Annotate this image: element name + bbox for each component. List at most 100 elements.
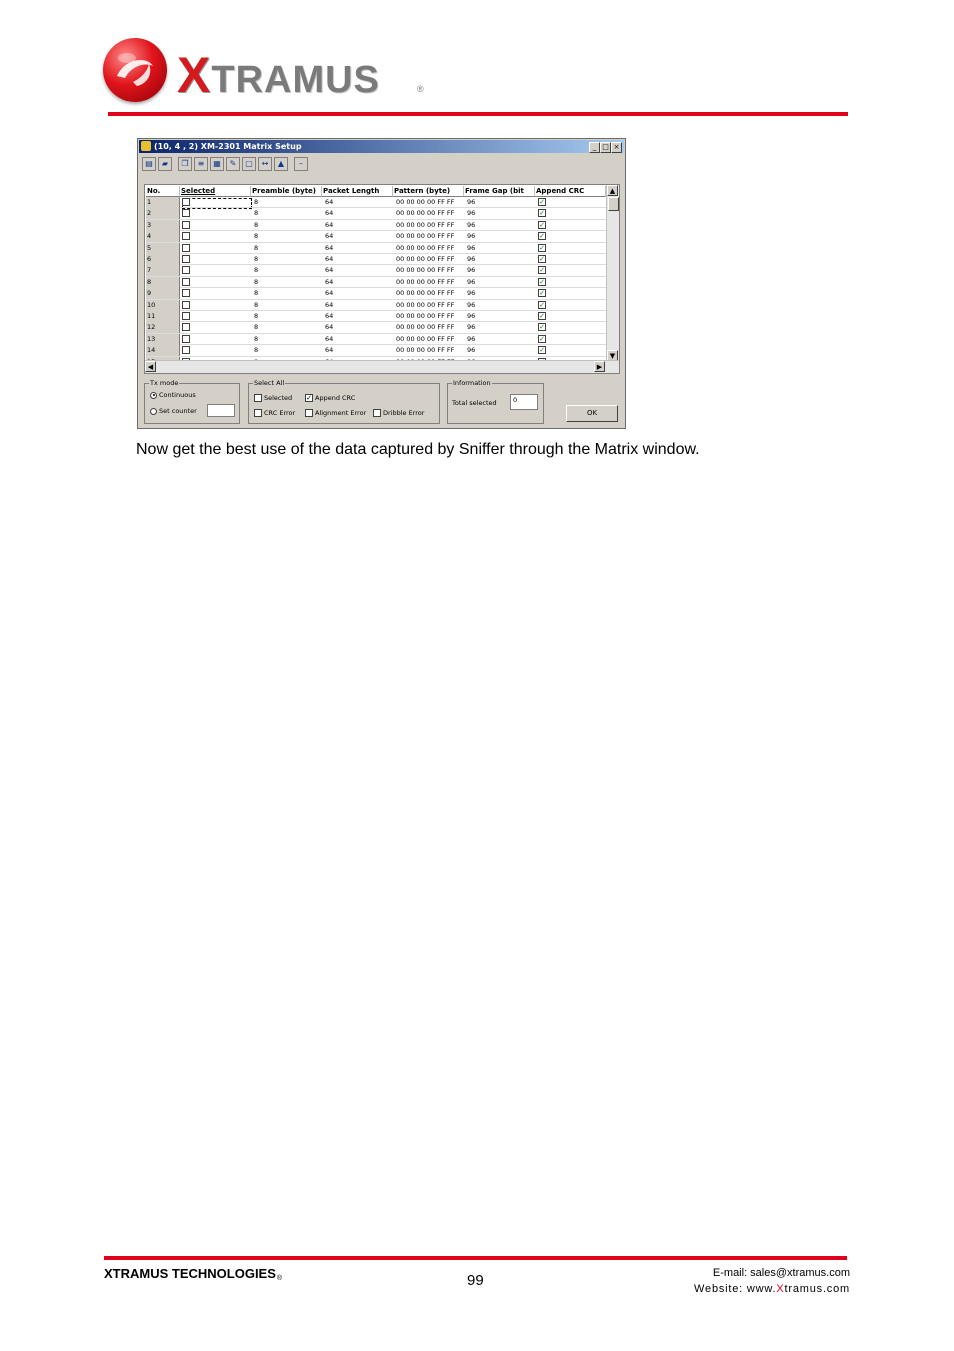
table-row[interactable]: 7 8 64 00 00 00 00 FF FF 96 ✓	[146, 265, 606, 277]
total-selected-label: Total selected	[452, 399, 497, 407]
row-append-crc-checkbox[interactable]: ✓	[538, 209, 546, 218]
website-suffix: tramus.com	[784, 1283, 850, 1295]
row-frame-gap: 96	[467, 277, 476, 286]
table-row[interactable]: 8 8 64 00 00 00 00 FF FF 96 ✓	[146, 276, 606, 289]
footer-company: XTRAMUS TECHNOLOGIES®	[104, 1266, 282, 1282]
set-counter-radio[interactable]: Set counter	[150, 407, 197, 416]
column-header-packet-length[interactable]: Packet Length	[322, 186, 393, 197]
table-row[interactable]: 14 8 64 00 00 00 00 FF FF 96 ✓	[146, 345, 606, 357]
table-row[interactable]: 6 8 64 00 00 00 00 FF FF 96 ✓	[146, 254, 606, 266]
column-header-append-crc[interactable]: Append CRC	[535, 186, 606, 197]
row-selected-checkbox[interactable]	[182, 198, 190, 206]
append-crc-checkbox[interactable]: ✓ Append CRC	[305, 394, 355, 403]
row-append-crc-checkbox[interactable]: ✓	[538, 266, 546, 275]
column-resize-icon[interactable]: ↔	[258, 157, 272, 171]
scroll-thumb[interactable]	[608, 197, 619, 211]
dash-icon[interactable]: –	[294, 157, 308, 171]
tx-mode-group: Tx mode Continuous Set counter	[144, 379, 240, 424]
continuous-radio[interactable]: Continuous	[150, 391, 196, 400]
row-append-crc-checkbox[interactable]: ✓	[538, 346, 546, 355]
clear-icon[interactable]: ▢	[242, 157, 256, 171]
row-append-crc-checkbox[interactable]: ✓	[538, 312, 546, 320]
table-row[interactable]: 9 8 64 00 00 00 00 FF FF 96 ✓	[146, 288, 606, 300]
table-row[interactable]: 11 8 64 00 00 00 00 FF FF 96 ✓	[146, 311, 606, 323]
table-row[interactable]: 12 8 64 00 00 00 00 FF FF 96 ✓	[146, 322, 606, 334]
scroll-up-icon[interactable]: ▲	[607, 185, 618, 196]
counter-input[interactable]	[207, 404, 235, 417]
table-row[interactable]: 5 8 64 00 00 00 00 FF FF 96 ✓	[146, 242, 606, 254]
edit-table-icon[interactable]: ≡	[194, 157, 208, 171]
row-append-crc-checkbox[interactable]: ✓	[538, 255, 546, 263]
row-preamble: 8	[254, 209, 259, 218]
table-row[interactable]: 13 8 64 00 00 00 00 FF FF 96 ✓	[146, 333, 606, 346]
row-selected-checkbox[interactable]	[182, 312, 190, 320]
row-selected-checkbox[interactable]	[182, 289, 190, 298]
row-append-crc-checkbox[interactable]: ✓	[538, 220, 546, 229]
row-packet-length: 64	[325, 346, 334, 355]
ok-button[interactable]: OK	[566, 405, 618, 422]
row-selected-checkbox[interactable]	[182, 346, 190, 355]
row-selected-checkbox[interactable]	[182, 243, 190, 252]
column-header-pattern[interactable]: Pattern (byte)	[393, 186, 464, 197]
row-frame-gap: 96	[467, 255, 476, 263]
alignment-error-label: Alignment Error	[315, 409, 367, 417]
row-selected-checkbox[interactable]	[182, 220, 190, 229]
new-file-icon[interactable]: ▤	[142, 157, 156, 171]
column-header-frame-gap[interactable]: Frame Gap (bit	[464, 186, 535, 197]
company-name: XTRAMUS TECHNOLOGIES	[104, 1266, 276, 1281]
website-x: X	[776, 1283, 785, 1295]
row-selected-checkbox[interactable]	[182, 323, 190, 332]
row-append-crc-checkbox[interactable]: ✓	[538, 323, 546, 332]
row-packet-length: 64	[325, 243, 334, 252]
row-packet-length: 64	[325, 209, 334, 218]
row-number: 4	[146, 231, 180, 243]
pointer-icon[interactable]: ▲	[274, 157, 288, 171]
row-selected-checkbox[interactable]	[182, 209, 190, 218]
row-selected-checkbox[interactable]	[182, 334, 190, 343]
row-selected-checkbox[interactable]	[182, 255, 190, 263]
row-append-crc-checkbox[interactable]: ✓	[538, 243, 546, 252]
column-header-no[interactable]: No.	[146, 186, 180, 197]
scroll-left-icon[interactable]: ◀	[145, 361, 156, 372]
table-row[interactable]: 1 8 64 00 00 00 00 FF FF 96 ✓	[146, 197, 606, 209]
row-append-crc-checkbox[interactable]: ✓	[538, 289, 546, 298]
crc-error-checkbox[interactable]: CRC Error	[254, 409, 295, 418]
vertical-scrollbar[interactable]: ▲ ▼	[606, 185, 619, 361]
table-row[interactable]: 3 8 64 00 00 00 00 FF FF 96 ✓	[146, 219, 606, 232]
column-header-preamble[interactable]: Preamble (byte)	[251, 186, 322, 197]
row-selected-checkbox[interactable]	[182, 232, 190, 241]
table-row[interactable]: 4 8 64 00 00 00 00 FF FF 96 ✓	[146, 231, 606, 243]
alignment-error-checkbox[interactable]: Alignment Error	[305, 409, 366, 418]
row-number: 9	[146, 288, 180, 300]
table-row[interactable]: 2 8 64 00 00 00 00 FF FF 96 ✓	[146, 208, 606, 220]
row-append-crc-checkbox[interactable]: ✓	[538, 334, 546, 343]
properties-icon[interactable]: ▦	[210, 157, 224, 171]
packet-grid[interactable]: No. Selected Preamble (byte) Packet Leng…	[144, 184, 620, 374]
horizontal-scrollbar[interactable]: ◀ ▶	[145, 360, 619, 373]
row-append-crc-checkbox[interactable]: ✓	[538, 300, 546, 309]
scroll-right-icon[interactable]: ▶	[594, 361, 605, 372]
minimize-button[interactable]: _	[589, 142, 600, 153]
row-append-crc-checkbox[interactable]: ✓	[538, 277, 546, 286]
close-button[interactable]: ×	[611, 142, 622, 153]
crc-error-label: CRC Error	[264, 409, 296, 417]
row-selected-checkbox[interactable]	[182, 300, 190, 309]
row-append-crc-checkbox[interactable]: ✓	[538, 232, 546, 241]
dribble-error-checkbox[interactable]: Dribble Error	[373, 409, 424, 418]
column-header-selected[interactable]: Selected	[180, 186, 251, 197]
row-packet-length: 64	[325, 232, 334, 241]
row-packet-length: 64	[325, 220, 334, 229]
table-row[interactable]: 10 8 64 00 00 00 00 FF FF 96 ✓	[146, 299, 606, 311]
row-selected-checkbox[interactable]	[182, 266, 190, 275]
row-selected-checkbox[interactable]	[182, 277, 190, 286]
maximize-button[interactable]: □	[600, 142, 611, 153]
copy-icon[interactable]: ❐	[178, 157, 192, 171]
row-append-crc-checkbox[interactable]: ✓	[538, 198, 546, 206]
row-pattern: 00 00 00 00 FF FF	[396, 232, 455, 241]
row-number: 12	[146, 322, 180, 334]
row-preamble: 8	[254, 312, 259, 320]
open-folder-icon[interactable]: ▰	[158, 157, 172, 171]
select-all-selected-checkbox[interactable]: Selected	[254, 394, 292, 403]
row-preamble: 8	[254, 220, 259, 229]
erase-icon[interactable]: ✎	[226, 157, 240, 171]
